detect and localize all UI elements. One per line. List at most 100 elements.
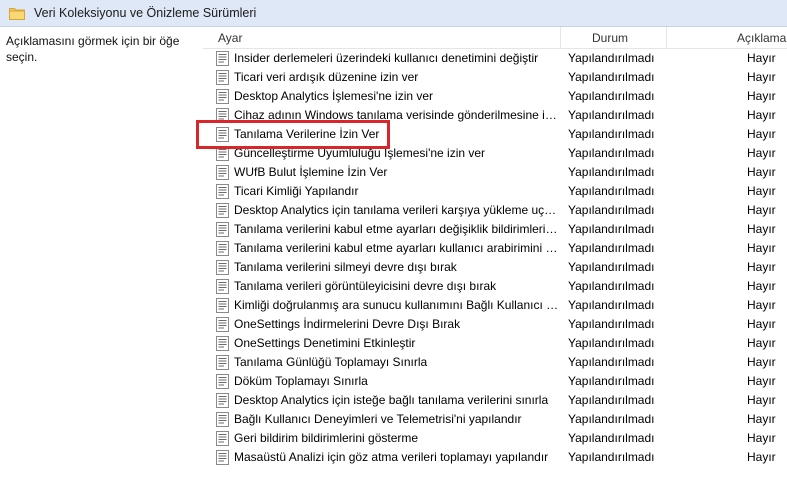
table-row[interactable]: Ticari Kimliği Yapılandır Yapılandırılmad… [203,182,787,201]
column-header-comment[interactable]: Açıklama [667,27,787,49]
setting-comment: Hayır [747,450,776,464]
setting-state: Yapılandırılmadı [568,260,655,274]
settings-rows: Insider derlemeleri üzerindeki kullanıcı… [203,49,787,467]
table-row[interactable]: Tanılama verileri görüntüleyicisini devr… [203,277,787,296]
table-row[interactable]: WUfB Bulut İşlemine İzin Ver Yapılandırıl… [203,163,787,182]
setting-state: Yapılandırılmadı [568,89,655,103]
table-row[interactable]: Tanılama Günlüğü Toplamayı Sınırla Yapıla… [203,353,787,372]
policy-setting-icon [216,51,229,66]
policy-setting-icon [216,336,229,351]
table-row[interactable]: Döküm Toplamayı Sınırla Yapılandırılmadı H… [203,372,787,391]
policy-setting-icon [216,70,229,85]
policy-setting-icon [216,241,229,256]
setting-comment: Hayır [747,412,776,426]
settings-list: Ayar Durum Açıklama Insider derlemeleri … [203,27,787,479]
table-row[interactable]: Desktop Analytics için tanılama verileri… [203,201,787,220]
policy-setting-icon [216,165,229,180]
setting-state: Yapılandırılmadı [568,127,655,141]
policy-setting-icon [216,260,229,275]
setting-name: Desktop Analytics İşlemesi'ne izin ver [234,89,434,103]
table-row[interactable]: Tanılama verilerini kabul etme ayarları … [203,220,787,239]
setting-state: Yapılandırılmadı [568,165,655,179]
policy-setting-icon [216,127,229,142]
table-row[interactable]: OneSettings Denetimini Etkinleştir Yapıla… [203,334,787,353]
setting-state: Yapılandırılmadı [568,412,655,426]
policy-setting-icon [216,412,229,427]
setting-state: Yapılandırılmadı [568,51,655,65]
table-row[interactable]: Tanılama verilerini kabul etme ayarları … [203,239,787,258]
setting-name: OneSettings Denetimini Etkinleştir [234,336,416,350]
table-row[interactable]: Geri bildirim bildirimlerini gösterme Yap… [203,429,787,448]
setting-state: Yapılandırılmadı [568,374,655,388]
policy-setting-icon [216,374,229,389]
setting-comment: Hayır [747,317,776,331]
column-header-setting[interactable]: Ayar [203,27,561,49]
policy-setting-icon [216,203,229,218]
table-row[interactable]: Masaüstü Analizi için göz atma verileri … [203,448,787,467]
header-bar: Veri Koleksiyonu ve Önizleme Sürümleri [0,0,787,27]
policy-setting-icon [216,298,229,313]
setting-name: Ticari veri ardışık düzenine izin ver [234,70,419,84]
policy-setting-icon [216,393,229,408]
column-header: Ayar Durum Açıklama [203,27,787,49]
setting-comment: Hayır [747,298,776,312]
setting-state: Yapılandırılmadı [568,336,655,350]
setting-name: Tanılama verilerini kabul etme ayarları … [234,222,559,236]
table-row[interactable]: Desktop Analytics için isteğe bağlı tanı… [203,391,787,410]
setting-state: Yapılandırılmadı [568,355,655,369]
setting-state: Yapılandırılmadı [568,203,655,217]
policy-setting-icon [216,355,229,370]
setting-comment: Hayır [747,108,776,122]
setting-comment: Hayır [747,374,776,388]
setting-state: Yapılandırılmadı [568,241,655,255]
setting-name: Tanılama verilerini kabul etme ayarları … [234,241,559,255]
table-row[interactable]: OneSettings İndirmelerini Devre Dışı Bır… [203,315,787,334]
setting-comment: Hayır [747,165,776,179]
setting-state: Yapılandırılmadı [568,279,655,293]
policy-setting-icon [216,89,229,104]
setting-name: Cihaz adının Windows tanılama verisinde … [234,108,559,122]
setting-comment: Hayır [747,203,776,217]
setting-name: Tanılama verileri görüntüleyicisini devr… [234,279,497,293]
table-row[interactable]: Cihaz adının Windows tanılama verisinde … [203,106,787,125]
setting-comment: Hayır [747,146,776,160]
description-text: Açıklamasını görmek için bir öğe seçin. [6,34,180,64]
setting-name: Insider derlemeleri üzerindeki kullanıcı… [234,51,539,65]
setting-comment: Hayır [747,51,776,65]
setting-name: Tanılama Verilerine İzin Ver [234,127,380,141]
setting-name: Bağlı Kullanıcı Deneyimleri ve Telemetri… [234,412,522,426]
policy-setting-icon [216,450,229,465]
table-row[interactable]: Desktop Analytics İşlemesi'ne izin ver Ya… [203,87,787,106]
table-row[interactable]: Tanılama verilerini silmeyi devre dışı b… [203,258,787,277]
setting-name: OneSettings İndirmelerini Devre Dışı Bır… [234,317,461,331]
table-row[interactable]: Kimliği doğrulanmış ara sunucu kullanımı… [203,296,787,315]
setting-name: Kimliği doğrulanmış ara sunucu kullanımı… [234,298,559,312]
setting-comment: Hayır [747,127,776,141]
setting-comment: Hayır [747,70,776,84]
setting-name: Döküm Toplamayı Sınırla [234,374,368,388]
setting-comment: Hayır [747,89,776,103]
setting-name: Tanılama Günlüğü Toplamayı Sınırla [234,355,428,369]
table-row[interactable]: Güncelleştirme Uyumluluğu İşlemesi'ne iz… [203,144,787,163]
table-row[interactable]: Tanılama Verilerine İzin Ver Yapılandırıl… [203,125,787,144]
table-row[interactable]: Bağlı Kullanıcı Deneyimleri ve Telemetri… [203,410,787,429]
window-title: Veri Koleksiyonu ve Önizleme Sürümleri [34,6,257,20]
setting-comment: Hayır [747,241,776,255]
setting-name: Desktop Analytics için isteğe bağlı tanı… [234,393,549,407]
setting-state: Yapılandırılmadı [568,184,655,198]
policy-setting-icon [216,279,229,294]
policy-setting-icon [216,317,229,332]
setting-state: Yapılandırılmadı [568,298,655,312]
column-header-state[interactable]: Durum [561,27,667,49]
setting-comment: Hayır [747,260,776,274]
table-row[interactable]: Insider derlemeleri üzerindeki kullanıcı… [203,49,787,68]
setting-state: Yapılandırılmadı [568,146,655,160]
setting-name: Desktop Analytics için tanılama verileri… [234,203,559,217]
description-pane: Açıklamasını görmek için bir öğe seçin. [0,27,203,479]
table-row[interactable]: Ticari veri ardışık düzenine izin ver Yap… [203,68,787,87]
setting-state: Yapılandırılmadı [568,393,655,407]
setting-state: Yapılandırılmadı [568,317,655,331]
setting-name: Tanılama verilerini silmeyi devre dışı b… [234,260,457,274]
setting-state: Yapılandırılmadı [568,222,655,236]
setting-comment: Hayır [747,355,776,369]
